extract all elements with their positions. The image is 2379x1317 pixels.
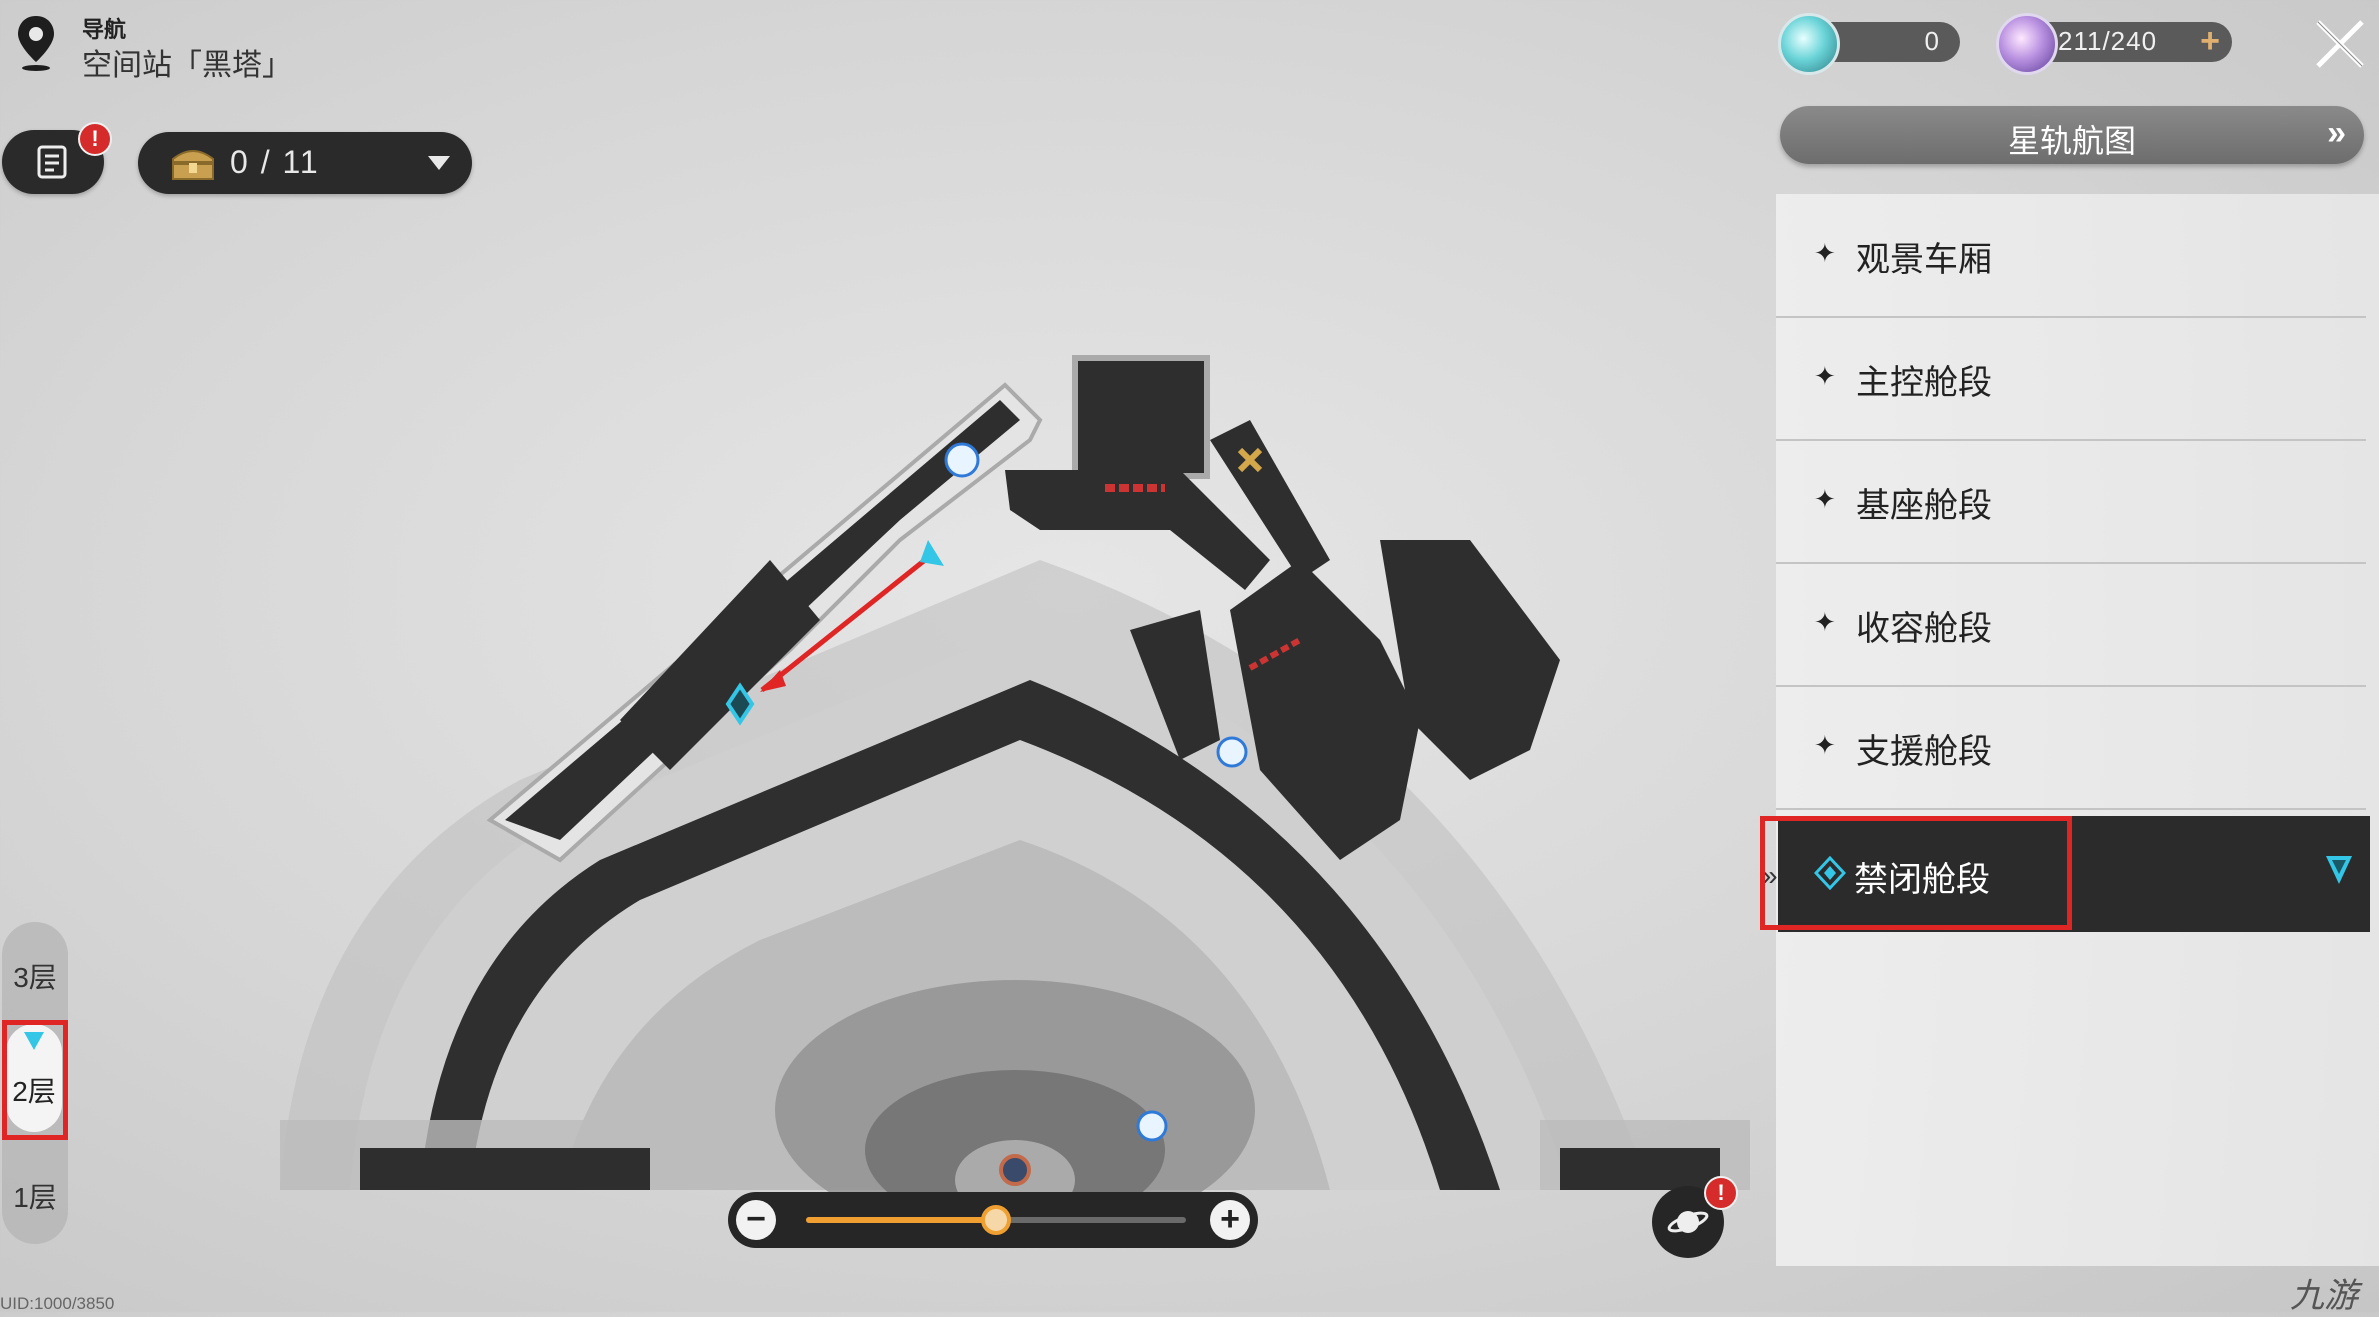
stellar-jade-icon bbox=[1778, 13, 1840, 75]
section-item[interactable]: ✦ 观景车厢 bbox=[1776, 194, 2366, 318]
section-item[interactable]: ✦ 主控舱段 bbox=[1776, 317, 2366, 441]
section-label: 观景车厢 bbox=[1856, 241, 1992, 279]
star-icon: ✦ bbox=[1814, 238, 1836, 268]
current-location-icon bbox=[2326, 856, 2352, 884]
star-icon: ✦ bbox=[1814, 607, 1836, 637]
uid-text: UID:1000/3850 bbox=[0, 1294, 115, 1313]
section-item[interactable]: ✦ 基座舱段 bbox=[1776, 440, 2366, 564]
watermark: 九游 bbox=[2290, 1277, 2358, 1315]
section-item[interactable]: ✦ 收容舱段 bbox=[1776, 563, 2366, 687]
add-power-button[interactable]: + bbox=[2200, 22, 2220, 61]
section-list: ✦ 观景车厢 ✦ 主控舱段 ✦ 基座舱段 ✦ 收容舱段 ✦ 支援舱段 bbox=[1776, 194, 2379, 1266]
notes-badge: ! bbox=[78, 122, 112, 156]
section-label: 主控舱段 bbox=[1856, 364, 1992, 402]
zoom-slider[interactable] bbox=[806, 1205, 1186, 1235]
highlight-box-floor bbox=[2, 1020, 68, 1140]
section-label: 收容舱段 bbox=[1856, 610, 1992, 648]
zoom-knob[interactable] bbox=[981, 1205, 1011, 1235]
map-pin-icon bbox=[18, 16, 54, 71]
section-item[interactable]: ✦ 支援舱段 bbox=[1776, 686, 2366, 810]
section-label: 基座舱段 bbox=[1856, 487, 1992, 525]
floor-1-button[interactable]: 1层 bbox=[2, 1176, 68, 1216]
trailblaze-power-value: 211/240 bbox=[2058, 26, 2158, 56]
close-icon[interactable] bbox=[2312, 16, 2368, 72]
dropdown-arrow-icon bbox=[428, 156, 450, 170]
star-icon: ✦ bbox=[1814, 730, 1836, 760]
star-rail-map-label: 星轨航图 bbox=[2007, 123, 2136, 159]
chest-count: 0 / 11 bbox=[230, 144, 320, 180]
chest-icon bbox=[172, 150, 214, 180]
planet-badge: ! bbox=[1704, 1176, 1738, 1210]
star-rail-map-button[interactable]: 星轨航图 » bbox=[1780, 106, 2364, 164]
floor-3-button[interactable]: 3层 bbox=[2, 956, 68, 996]
planet-icon bbox=[1667, 1211, 1709, 1233]
trailblaze-power-icon bbox=[1996, 13, 2058, 75]
zoom-control: − + bbox=[728, 1192, 1258, 1248]
section-label: 支援舱段 bbox=[1856, 733, 1992, 771]
zoom-in-button[interactable]: + bbox=[1210, 1200, 1250, 1240]
currency-a-value: 0 bbox=[1924, 26, 1940, 56]
zoom-fill bbox=[806, 1217, 996, 1223]
star-icon: ✦ bbox=[1814, 484, 1836, 514]
star-icon: ✦ bbox=[1814, 361, 1836, 391]
chest-counter-dropdown[interactable]: 0 / 11 bbox=[138, 132, 472, 194]
map-canvas[interactable] bbox=[0, 0, 1760, 1312]
notes-icon bbox=[37, 145, 67, 179]
location-name: 空间站「黑塔」 bbox=[82, 49, 292, 82]
chevron-right-icon: » bbox=[2327, 114, 2346, 152]
highlight-box-section bbox=[1760, 816, 2072, 930]
zoom-out-button[interactable]: − bbox=[736, 1200, 776, 1240]
